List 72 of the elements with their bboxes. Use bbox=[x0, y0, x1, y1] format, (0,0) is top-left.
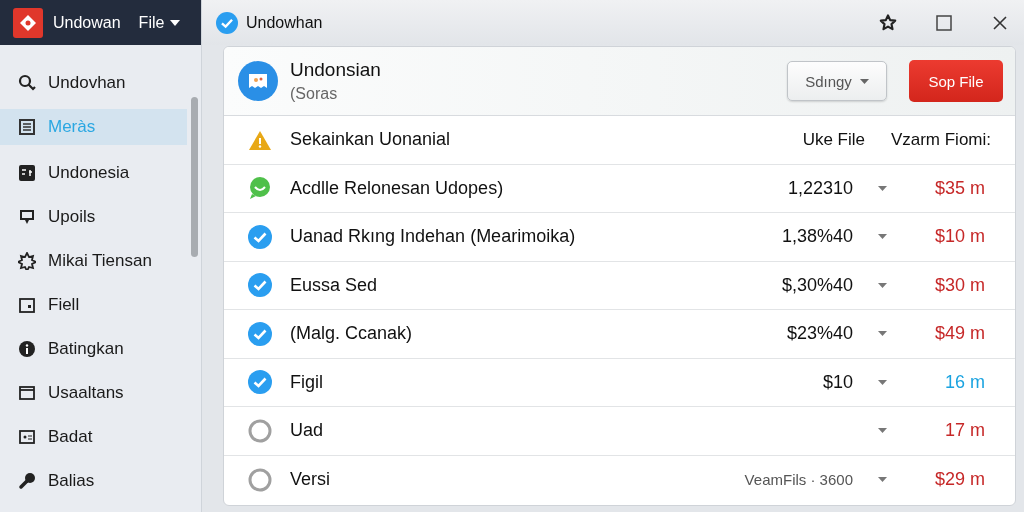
column-header: Sekainkan Uonanial bbox=[290, 129, 452, 151]
action-button[interactable]: Sop File bbox=[909, 60, 1003, 102]
table-cell-text: 16 m bbox=[943, 371, 986, 393]
caret-icon bbox=[859, 78, 869, 84]
table-cell-text: Uanad Rkıng Indehan (Mearimoika) bbox=[290, 226, 577, 248]
sidebar-item[interactable]: Batingkan bbox=[0, 327, 187, 371]
caret-icon[interactable] bbox=[877, 379, 887, 385]
table-cell-text: 1,38%40 bbox=[780, 226, 853, 248]
column-header: Uke File bbox=[801, 129, 865, 150]
panel-title: Undonsian bbox=[290, 59, 382, 81]
window-title: Undowhan bbox=[246, 13, 324, 32]
column-header: Vzarm Fiomi: bbox=[889, 129, 992, 150]
check-circle-icon bbox=[216, 11, 238, 34]
list-icon bbox=[18, 118, 36, 136]
caret-icon[interactable] bbox=[877, 185, 887, 191]
sidebar-item[interactable]: Fiell bbox=[0, 283, 187, 327]
sidebar-item[interactable]: Usaaltans bbox=[0, 371, 187, 415]
table-cell-text: $30 m bbox=[933, 274, 986, 296]
caret-icon[interactable] bbox=[877, 282, 887, 288]
empty-circle-icon bbox=[248, 418, 272, 443]
check-circle-icon bbox=[248, 273, 272, 298]
table-cell-text: Eussa Sed bbox=[290, 274, 379, 296]
empty-circle-icon bbox=[248, 467, 272, 492]
sidebar-item[interactable]: Badat bbox=[0, 415, 187, 459]
table-cell-text: (Malg. Ccanak) bbox=[290, 323, 414, 345]
table-cell-text: Uad bbox=[290, 420, 325, 442]
sort-dropdown[interactable]: Sdıngy bbox=[787, 61, 887, 101]
sidebar-item[interactable]: Balias bbox=[0, 459, 187, 503]
caret-icon[interactable] bbox=[877, 477, 887, 483]
table-cell-text: $,30%40 bbox=[780, 274, 853, 296]
sidebar-item[interactable]: Upoils bbox=[0, 195, 187, 239]
chat-bubble-icon bbox=[248, 176, 272, 201]
panel-subtitle: (Soras bbox=[290, 85, 339, 103]
table-cell-text: $10 bbox=[821, 371, 853, 393]
caret-icon[interactable] bbox=[877, 234, 887, 240]
table-cell-text: Versi bbox=[290, 469, 332, 491]
table-cell-text: Figil bbox=[290, 371, 324, 393]
sidebar-item[interactable]: Undonesia bbox=[0, 151, 187, 195]
pin-icon bbox=[18, 472, 36, 490]
check-circle-icon bbox=[248, 321, 272, 346]
table-cell-text: $35 m bbox=[933, 177, 986, 199]
app-icon bbox=[238, 61, 278, 101]
maximize-icon bbox=[936, 14, 952, 31]
caret-icon[interactable] bbox=[877, 428, 887, 434]
table-cell-text: $10 m bbox=[933, 226, 986, 248]
search-icon bbox=[18, 74, 36, 92]
check-circle-icon bbox=[248, 224, 272, 249]
star-icon bbox=[879, 13, 897, 32]
table-cell-text: 17 m bbox=[943, 420, 986, 442]
chat-icon bbox=[18, 208, 36, 226]
info-icon bbox=[18, 340, 36, 358]
app-logo-icon bbox=[13, 7, 43, 38]
sidebar-item[interactable]: Mikai Tiensan bbox=[0, 239, 187, 283]
app-name: Undowan bbox=[53, 13, 121, 32]
table-cell-text: $49 m bbox=[933, 323, 986, 345]
table-cell-text: 1,22310 bbox=[786, 177, 853, 199]
caret-icon[interactable] bbox=[877, 331, 887, 337]
sidebar-item[interactable]: Undovhan bbox=[0, 61, 187, 105]
check-circle-icon bbox=[248, 370, 272, 395]
frame-icon bbox=[18, 296, 36, 314]
table-cell-text: VeamFils · 3600 bbox=[743, 471, 853, 489]
card-icon bbox=[18, 428, 36, 446]
tile-icon bbox=[18, 164, 36, 182]
table-cell-text: $29 m bbox=[933, 469, 986, 491]
gear-icon bbox=[18, 252, 36, 270]
scrollbar[interactable] bbox=[191, 97, 198, 257]
file-menu[interactable]: File bbox=[138, 13, 181, 32]
close-icon bbox=[993, 15, 1007, 30]
window-icon bbox=[18, 384, 36, 402]
caret-icon bbox=[170, 19, 181, 26]
table-cell-text: Acdlle Relonesan Udopes) bbox=[290, 177, 505, 199]
table-cell-text: $23%40 bbox=[785, 323, 853, 345]
